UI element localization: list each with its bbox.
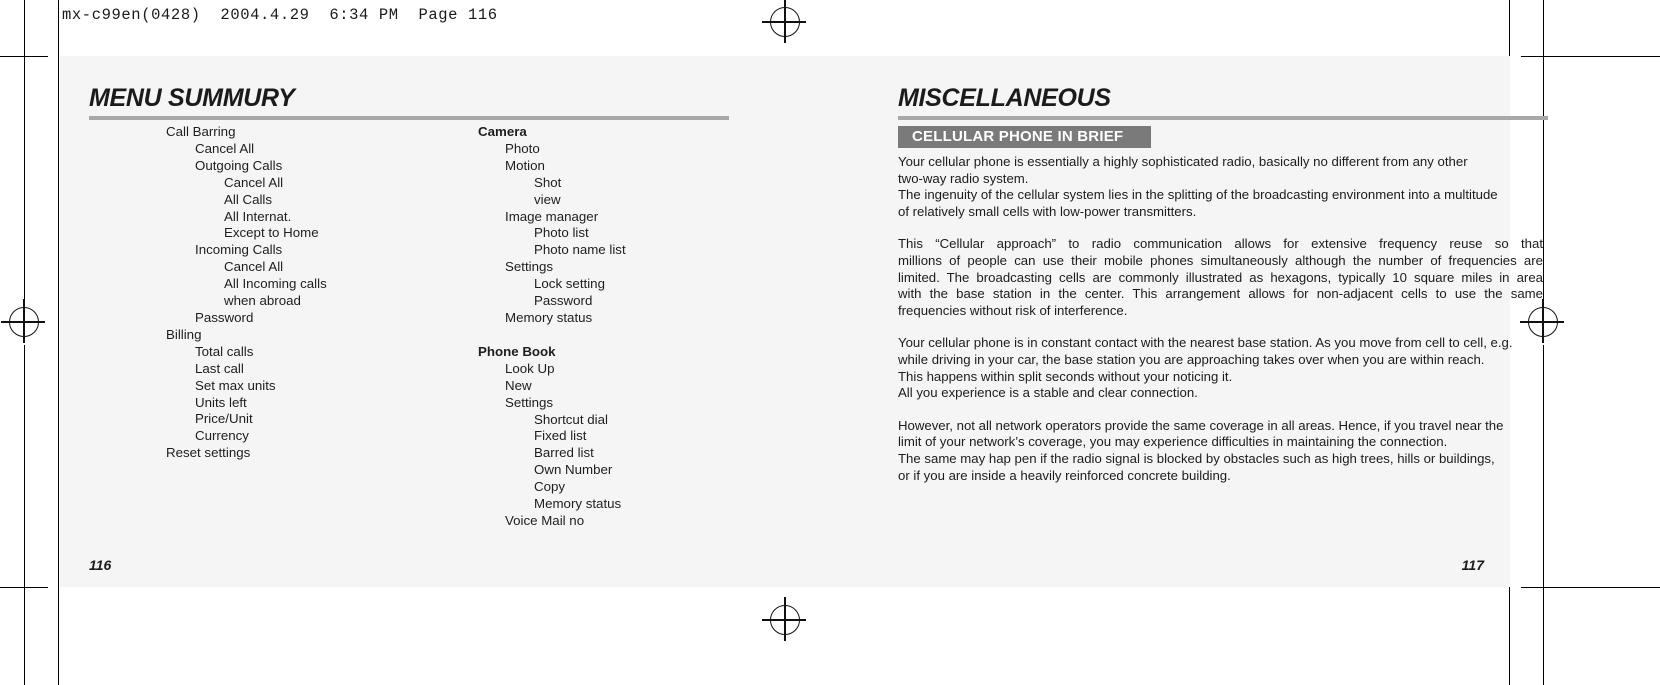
menu-item: Units left: [195, 394, 247, 410]
body-line: The ingenuity of the cellular system lie…: [898, 187, 1498, 203]
menu-item: Copy: [534, 479, 566, 495]
title-rule-right: [898, 116, 1548, 120]
menu-tree-column-1: Call Barring Cancel All Outgoing Calls Canc…: [89, 124, 327, 462]
page-number-116: 116: [89, 557, 112, 573]
body-line: All you experience is a stable and clear…: [898, 385, 1198, 401]
menu-item: Last call: [195, 360, 244, 376]
menu-item: Billing: [166, 326, 202, 342]
menu-item: when abroad: [224, 293, 301, 309]
body-line: This happens within split seconds withou…: [898, 368, 1233, 384]
body-line: Your cellular phone is in constant conta…: [898, 335, 1513, 351]
menu-item: Price/Unit: [195, 411, 253, 427]
menu-item: All Incoming calls: [224, 276, 327, 292]
menu-item: Shot: [534, 174, 562, 190]
menu-item: Lock setting: [534, 276, 605, 292]
body-line: while driving in your car, the base stat…: [898, 351, 1485, 367]
menu-item: Cancel All: [195, 140, 255, 156]
crop-mark-left-upper: [24, 0, 25, 300]
body-line: of relatively small cells with low-power…: [898, 203, 1197, 219]
crop-mark-bottom-right: [1521, 587, 1660, 588]
menu-item: New: [505, 377, 532, 393]
page-spread: MENU SUMMURY Call Barring Cancel All Outgo…: [60, 56, 1548, 587]
page-title-miscellaneous: MISCELLANEOUS: [898, 84, 1111, 112]
page-title-menu-summury: MENU SUMMURY: [89, 84, 295, 112]
menu-item: Password: [195, 309, 254, 325]
crop-mark-right-lower: [1543, 345, 1544, 685]
body-line: limit of your network’s coverage, you ma…: [898, 434, 1448, 450]
menu-item: Set max units: [195, 377, 276, 393]
menu-item: Own Number: [534, 462, 613, 478]
menu-item: Photo list: [534, 225, 589, 241]
crop-mark-right-upper: [1543, 0, 1544, 300]
body-line: or if you are inside a heavily reinforce…: [898, 467, 1231, 483]
menu-item: Fixed list: [534, 428, 587, 444]
trim-line-left: [58, 0, 59, 685]
menu-item: Cancel All: [224, 174, 284, 190]
menu-item: Settings: [505, 259, 554, 275]
menu-item: Look Up: [505, 360, 555, 376]
page-number-117: 117: [1461, 557, 1484, 573]
body-line: However, not all network operators provi…: [898, 417, 1504, 433]
body-text-cellular-phone-in-brief: Your cellular phone is essentially a hig…: [898, 154, 1543, 484]
page-left: MENU SUMMURY Call Barring Cancel All Outgo…: [60, 56, 800, 587]
menu-item: Cancel All: [224, 259, 284, 275]
menu-item: Shortcut dial: [534, 411, 608, 427]
menu-item: Memory status: [534, 496, 622, 512]
menu-item: Settings: [505, 394, 554, 410]
menu-item: Currency: [195, 428, 249, 444]
registration-mark-top: [762, 0, 806, 43]
menu-item: Memory status: [505, 309, 593, 325]
menu-item: Outgoing Calls: [195, 157, 283, 173]
body-line: frequencies without risk of interference…: [898, 302, 1128, 318]
crop-mark-top-right: [1521, 56, 1660, 57]
menu-item: view: [534, 191, 561, 207]
menu-item: All Internat.: [224, 208, 292, 224]
body-paragraph: However, not all network operators provi…: [898, 418, 1543, 484]
menu-item: Photo name list: [534, 242, 626, 258]
menu-item: Total calls: [195, 343, 254, 359]
menu-item: Except to Home: [224, 225, 319, 241]
menu-item: Voice Mail no: [505, 512, 585, 528]
menu-item: Barred list: [534, 445, 594, 461]
section-banner-cellular-phone-in-brief: CELLULAR PHONE IN BRIEF: [898, 126, 1152, 148]
body-paragraph: Your cellular phone is in constant conta…: [898, 335, 1543, 401]
body-paragraph: This “Cellular approach” to radio commun…: [898, 236, 1543, 319]
menu-item: Phone Book: [478, 343, 556, 359]
registration-mark-left: [1, 299, 45, 343]
body-line: The same may hap pen if the radio signal…: [898, 450, 1495, 466]
menu-item: Photo: [505, 140, 540, 156]
body-paragraph: Your cellular phone is essentially a hig…: [898, 154, 1543, 220]
menu-item: Password: [534, 293, 593, 309]
menu-item: All Calls: [224, 191, 273, 207]
body-line: This “Cellular approach” to radio commun…: [898, 236, 1543, 252]
body-line: two-way radio system.: [898, 170, 1029, 186]
menu-item: Incoming Calls: [195, 242, 283, 258]
crop-mark-left-lower: [24, 345, 25, 685]
print-slug: mx-c99en(0428) 2004.4.29 6:34 PM Page 11…: [62, 6, 498, 24]
registration-mark-bottom: [762, 597, 806, 641]
body-line: Your cellular phone is essentially a hig…: [898, 154, 1468, 169]
body-line: millions of people can use their mobile …: [898, 252, 1543, 268]
menu-item: Camera: [478, 124, 527, 139]
menu-tree-column-2: Camera Photo Motion Shot view Image manager Ph…: [422, 124, 626, 530]
menu-item: Image manager: [505, 208, 599, 224]
body-line: with the base station in the center. Thi…: [898, 286, 1543, 302]
title-rule-left: [89, 116, 729, 120]
menu-item: Motion: [505, 157, 545, 173]
menu-item: Reset settings: [166, 445, 251, 461]
page-right: MISCELLANEOUS CELLULAR PHONE IN BRIEF Yo…: [800, 56, 1548, 587]
menu-item: Call Barring: [166, 124, 236, 139]
body-line: limited. The broadcasting cells are comm…: [898, 269, 1543, 285]
